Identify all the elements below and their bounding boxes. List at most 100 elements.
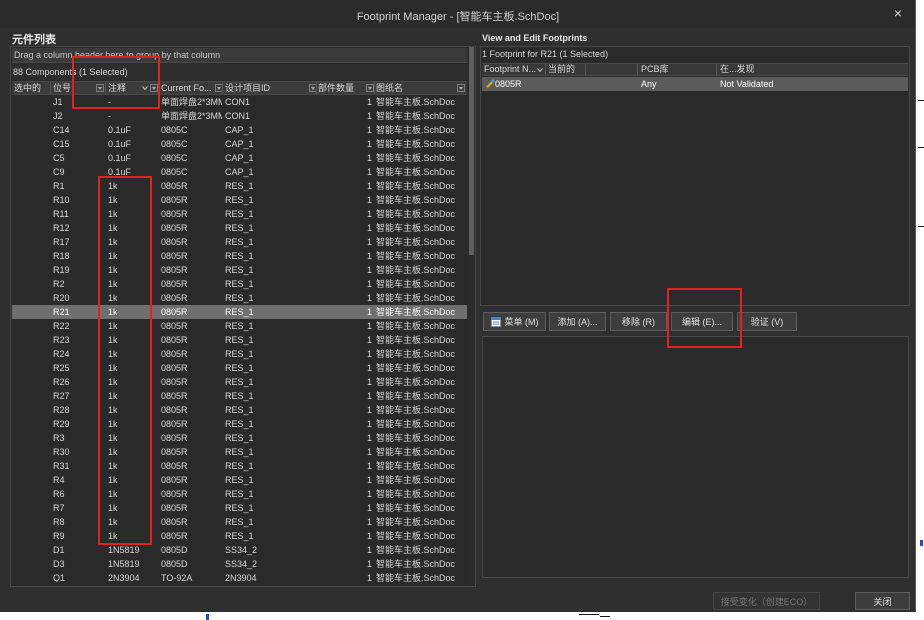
column-header-current-footprint[interactable]: Current Fo... [161, 82, 212, 94]
column-divider[interactable] [545, 64, 546, 75]
close-icon[interactable]: × [889, 4, 907, 22]
component-row[interactable]: Q1 2N3904 TO-92A 2N3904 1 智能车主板.SchDoc [12, 571, 467, 582]
sort-chevron-icon[interactable] [142, 85, 148, 91]
cell-selected[interactable] [14, 123, 48, 137]
component-row[interactable]: R8 1k 0805R RES_1 1 智能车主板.SchDoc [12, 515, 467, 529]
component-row[interactable]: R30 1k 0805R RES_1 1 智能车主板.SchDoc [12, 445, 467, 459]
cell-selected[interactable] [14, 389, 48, 403]
column-header-current[interactable]: 当前的 [548, 64, 575, 75]
component-row[interactable]: R31 1k 0805R RES_1 1 智能车主板.SchDoc [12, 459, 467, 473]
column-header-comment[interactable]: 注释 [108, 82, 126, 94]
group-by-drop-zone[interactable]: Drag a column header here to group by th… [12, 48, 467, 63]
cell-selected[interactable] [14, 109, 48, 123]
column-header-design-item-id[interactable]: 设计项目ID [225, 82, 270, 94]
column-header-sheet-name[interactable]: 图纸名 [376, 82, 403, 94]
filter-icon[interactable] [150, 84, 158, 92]
component-row[interactable]: R11 1k 0805R RES_1 1 智能车主板.SchDoc [12, 207, 467, 221]
component-row[interactable]: R23 1k 0805R RES_1 1 智能车主板.SchDoc [12, 333, 467, 347]
column-divider[interactable] [374, 82, 375, 94]
cell-selected[interactable] [14, 543, 48, 557]
cell-selected[interactable] [14, 571, 48, 582]
cell-selected[interactable] [14, 319, 48, 333]
component-row[interactable]: R29 1k 0805R RES_1 1 智能车主板.SchDoc [12, 417, 467, 431]
cell-selected[interactable] [14, 347, 48, 361]
filter-icon[interactable] [96, 84, 104, 92]
column-header-found-in[interactable]: 在...发现 [720, 64, 755, 75]
cell-selected[interactable] [14, 473, 48, 487]
footprint-row[interactable]: 0805R Any Not Validated [482, 77, 908, 91]
footprint-preview-area[interactable] [482, 336, 909, 578]
component-row[interactable]: R17 1k 0805R RES_1 1 智能车主板.SchDoc [12, 235, 467, 249]
cell-selected[interactable] [14, 221, 48, 235]
cell-selected[interactable] [14, 501, 48, 515]
column-header-selected[interactable]: 选中的 [14, 82, 41, 94]
column-divider[interactable] [158, 82, 159, 94]
cell-selected[interactable] [14, 165, 48, 179]
add-footprint-button[interactable]: 添加 (A)... [549, 312, 606, 331]
cell-selected[interactable] [14, 207, 48, 221]
column-divider[interactable] [316, 82, 317, 94]
cell-selected[interactable] [14, 291, 48, 305]
cell-selected[interactable] [14, 193, 48, 207]
component-row[interactable]: D3 1N5819 0805D SS34_2 1 智能车主板.SchDoc [12, 557, 467, 571]
cell-selected[interactable] [14, 249, 48, 263]
component-row[interactable]: J2 - 单面焊盘2*3MM CON1 1 智能车主板.SchDoc [12, 109, 467, 123]
cell-selected[interactable] [14, 487, 48, 501]
component-row[interactable]: R4 1k 0805R RES_1 1 智能车主板.SchDoc [12, 473, 467, 487]
component-row[interactable]: R2 1k 0805R RES_1 1 智能车主板.SchDoc [12, 277, 467, 291]
column-divider[interactable] [716, 64, 717, 75]
edit-footprint-button[interactable]: 编辑 (E)... [671, 312, 733, 331]
filter-icon[interactable] [366, 84, 374, 92]
cell-selected[interactable] [14, 431, 48, 445]
column-divider[interactable] [105, 82, 106, 94]
remove-footprint-button[interactable]: 移除 (R) [610, 312, 667, 331]
component-row[interactable]: R21 1k 0805R RES_1 1 智能车主板.SchDoc [12, 305, 467, 319]
component-row[interactable]: R12 1k 0805R RES_1 1 智能车主板.SchDoc [12, 221, 467, 235]
component-row[interactable]: R10 1k 0805R RES_1 1 智能车主板.SchDoc [12, 193, 467, 207]
column-divider[interactable] [222, 82, 223, 94]
column-header-part-count[interactable]: 部件数量 [318, 82, 354, 94]
component-row[interactable]: R9 1k 0805R RES_1 1 智能车主板.SchDoc [12, 529, 467, 543]
sort-chevron-icon[interactable] [537, 67, 543, 73]
component-row[interactable]: R27 1k 0805R RES_1 1 智能车主板.SchDoc [12, 389, 467, 403]
cell-selected[interactable] [14, 417, 48, 431]
cell-selected[interactable] [14, 375, 48, 389]
accept-changes-button[interactable]: 接受变化（创建ECO） [713, 592, 820, 610]
component-row[interactable]: R28 1k 0805R RES_1 1 智能车主板.SchDoc [12, 403, 467, 417]
cell-selected[interactable] [14, 333, 48, 347]
component-row[interactable]: C9 0.1uF 0805C CAP_1 1 智能车主板.SchDoc [12, 165, 467, 179]
cell-selected[interactable] [14, 515, 48, 529]
component-row[interactable]: R18 1k 0805R RES_1 1 智能车主板.SchDoc [12, 249, 467, 263]
close-button[interactable]: 关闭 [855, 592, 910, 610]
component-row[interactable]: R26 1k 0805R RES_1 1 智能车主板.SchDoc [12, 375, 467, 389]
scrollbar-thumb[interactable] [469, 47, 474, 255]
menu-button[interactable]: 菜单 (M) [483, 312, 546, 331]
component-row[interactable]: C5 0.1uF 0805C CAP_1 1 智能车主板.SchDoc [12, 151, 467, 165]
cell-selected[interactable] [14, 361, 48, 375]
column-divider[interactable] [50, 82, 51, 94]
component-row[interactable]: R1 1k 0805R RES_1 1 智能车主板.SchDoc [12, 179, 467, 193]
cell-selected[interactable] [14, 459, 48, 473]
component-row[interactable]: R24 1k 0805R RES_1 1 智能车主板.SchDoc [12, 347, 467, 361]
component-row[interactable]: J1 - 单面焊盘2*3MM CON1 1 智能车主板.SchDoc [12, 95, 467, 109]
column-divider[interactable] [585, 64, 586, 75]
cell-selected[interactable] [14, 151, 48, 165]
filter-icon[interactable] [457, 84, 465, 92]
component-row[interactable]: R19 1k 0805R RES_1 1 智能车主板.SchDoc [12, 263, 467, 277]
component-row[interactable]: D1 1N5819 0805D SS34_2 1 智能车主板.SchDoc [12, 543, 467, 557]
column-header-pcb-library[interactable]: PCB库 [641, 64, 669, 75]
validate-footprint-button[interactable]: 验证 (V) [737, 312, 797, 331]
column-header-designator[interactable]: 位号 [53, 82, 71, 94]
column-divider[interactable] [637, 64, 638, 75]
component-row[interactable]: R22 1k 0805R RES_1 1 智能车主板.SchDoc [12, 319, 467, 333]
cell-selected[interactable] [14, 95, 48, 109]
cell-selected[interactable] [14, 179, 48, 193]
cell-selected[interactable] [14, 137, 48, 151]
cell-selected[interactable] [14, 277, 48, 291]
component-row[interactable]: C15 0.1uF 0805C CAP_1 1 智能车主板.SchDoc [12, 137, 467, 151]
component-row[interactable]: R25 1k 0805R RES_1 1 智能车主板.SchDoc [12, 361, 467, 375]
cell-selected[interactable] [14, 557, 48, 571]
component-row[interactable]: R7 1k 0805R RES_1 1 智能车主板.SchDoc [12, 501, 467, 515]
cell-selected[interactable] [14, 235, 48, 249]
cell-selected[interactable] [14, 529, 48, 543]
